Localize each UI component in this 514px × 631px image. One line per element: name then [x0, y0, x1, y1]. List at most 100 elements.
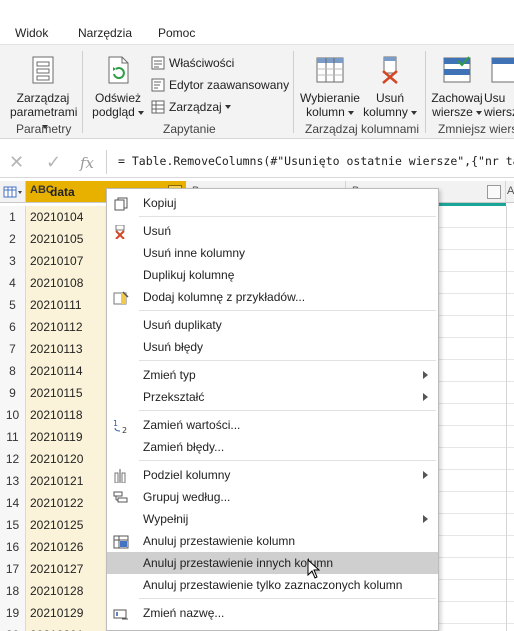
- row-number[interactable]: 14: [0, 492, 26, 514]
- properties-button[interactable]: Właściwości: [151, 53, 234, 73]
- row-number[interactable]: 2: [0, 228, 26, 250]
- data-cell[interactable]: [506, 206, 514, 228]
- row-number[interactable]: 3: [0, 250, 26, 272]
- formula-input[interactable]: = Table.RemoveColumns(#"Usunięto ostatni…: [118, 154, 514, 168]
- data-cell[interactable]: [506, 426, 514, 448]
- data-cell[interactable]: [506, 382, 514, 404]
- group-divider: [82, 51, 83, 133]
- menu-item-dodaj-kolumne-z-przykladow[interactable]: Dodaj kolumnę z przykładów...: [107, 286, 438, 308]
- data-cell[interactable]: [506, 536, 514, 558]
- data-cell[interactable]: [506, 294, 514, 316]
- data-cell[interactable]: [506, 558, 514, 580]
- data-cell[interactable]: [506, 272, 514, 294]
- menu-item-podziel-kolumny[interactable]: Podziel kolumny: [107, 464, 438, 486]
- menu-item-label: Usuń duplikaty: [143, 318, 222, 332]
- manage-query-button[interactable]: Zarządzaj: [151, 97, 231, 117]
- menu-item-label: Duplikuj kolumnę: [143, 268, 235, 282]
- tab-narzedzia[interactable]: Narzędzia: [78, 26, 132, 40]
- menu-item-duplikuj-kolumne[interactable]: Duplikuj kolumnę: [107, 264, 438, 286]
- remove-rows-icon: [490, 55, 514, 85]
- tab-pomoc[interactable]: Pomoc: [158, 26, 195, 40]
- data-cell[interactable]: [506, 250, 514, 272]
- data-cell[interactable]: [506, 360, 514, 382]
- data-cell[interactable]: [506, 470, 514, 492]
- menu-item-anuluj-przestawienie-kolumn[interactable]: Anuluj przestawienie kolumn: [107, 530, 438, 552]
- column-header-4[interactable]: A: [506, 181, 514, 203]
- keep-rows-label-1: Zachowaj: [431, 91, 483, 105]
- group-label-kolumny: Zarządzaj kolumnami: [305, 122, 420, 136]
- remove-rows-label-1: Usu: [484, 91, 506, 105]
- menu-item-label: Anuluj przestawienie innych kolumn: [143, 556, 334, 570]
- remove-columns-button[interactable]: Usuń kolumny: [362, 55, 418, 119]
- data-cell[interactable]: [506, 624, 514, 631]
- column-from-examples-icon: [113, 290, 129, 305]
- row-number[interactable]: 10: [0, 404, 26, 426]
- column-type-icon[interactable]: A: [507, 185, 514, 197]
- menu-item-przenies[interactable]: Przenieś: [107, 624, 438, 630]
- column-filter-dropdown[interactable]: [487, 185, 501, 199]
- row-number[interactable]: 15: [0, 514, 26, 536]
- row-number[interactable]: 17: [0, 558, 26, 580]
- menu-item-zmien-nazwe[interactable]: Zmień nazwę...: [107, 602, 438, 624]
- row-number[interactable]: 6: [0, 316, 26, 338]
- menu-item-kopiuj[interactable]: Kopiuj: [107, 192, 438, 214]
- data-cell[interactable]: [506, 448, 514, 470]
- row-number[interactable]: 12: [0, 448, 26, 470]
- menu-item-label: Kopiuj: [143, 196, 177, 210]
- data-cell[interactable]: [506, 514, 514, 536]
- menu-item-label: Zamień błędy...: [143, 440, 225, 454]
- data-cell[interactable]: [506, 316, 514, 338]
- menu-item-usun-inne-kolumny[interactable]: Usuń inne kolumny: [107, 242, 438, 264]
- menu-item-label: Usuń inne kolumny: [143, 246, 246, 260]
- row-number[interactable]: 9: [0, 382, 26, 404]
- keep-rows-button[interactable]: Zachowaj wiersze: [429, 55, 485, 119]
- cancel-formula-icon[interactable]: ✕: [9, 152, 24, 173]
- menu-item-usun-bledy[interactable]: Usuń błędy: [107, 336, 438, 358]
- row-number[interactable]: 20: [0, 624, 26, 631]
- refresh-preview-button[interactable]: Odśwież podgląd: [88, 55, 148, 119]
- row-number[interactable]: 4: [0, 272, 26, 294]
- remove-rows-button[interactable]: Usu wiersz: [484, 55, 514, 119]
- menu-item-grupuj-wedlug[interactable]: Grupuj według...: [107, 486, 438, 508]
- row-number[interactable]: 11: [0, 426, 26, 448]
- menu-item-usun[interactable]: Usuń: [107, 220, 438, 242]
- row-number[interactable]: 1: [0, 206, 26, 228]
- data-cell[interactable]: [506, 492, 514, 514]
- data-cell[interactable]: [506, 580, 514, 602]
- menu-item-anuluj-przestawienie-innych-kolumn[interactable]: Anuluj przestawienie innych kolumn: [107, 552, 438, 574]
- data-cell[interactable]: [506, 228, 514, 250]
- menu-item-label: Zamień wartości...: [143, 418, 241, 432]
- delete-x-icon: [113, 224, 129, 240]
- menu-separator: [139, 410, 436, 411]
- menu-item-zamien-wartosci[interactable]: 1 2 Zamień wartości...: [107, 414, 438, 436]
- group-divider: [293, 51, 294, 133]
- menu-item-label: Zmień nazwę...: [143, 606, 225, 620]
- tab-widok[interactable]: Widok: [15, 26, 48, 40]
- data-cell[interactable]: [506, 404, 514, 426]
- group-label-wiersze: Zmniejsz wiers: [438, 122, 514, 136]
- table-menu-corner[interactable]: [0, 181, 26, 203]
- menu-item-zmien-typ[interactable]: Zmień typ: [107, 364, 438, 386]
- row-number[interactable]: 13: [0, 470, 26, 492]
- data-cell[interactable]: [506, 602, 514, 624]
- menu-item-wypelnij[interactable]: Wypełnij: [107, 508, 438, 530]
- row-number[interactable]: 18: [0, 580, 26, 602]
- data-cell[interactable]: [506, 338, 514, 360]
- menu-item-usun-duplikaty[interactable]: Usuń duplikaty: [107, 314, 438, 336]
- table-grid-icon: [3, 186, 22, 198]
- commit-formula-icon[interactable]: ✓: [46, 152, 61, 173]
- menu-separator: [139, 310, 436, 311]
- advanced-editor-button[interactable]: Edytor zaawansowany: [151, 75, 289, 95]
- submenu-arrow-icon: [423, 471, 428, 479]
- menu-item-zamien-bledy[interactable]: Zamień błędy...: [107, 436, 438, 458]
- row-number[interactable]: 7: [0, 338, 26, 360]
- menu-item-przeksztalc[interactable]: Przekształć: [107, 386, 438, 408]
- row-number[interactable]: 8: [0, 360, 26, 382]
- fx-icon[interactable]: fx: [80, 154, 94, 172]
- menu-item-label: Anuluj przestawienie tylko zaznaczonych …: [143, 578, 403, 592]
- menu-item-anuluj-przestawienie-tylko-zaznaczonych-kolumn[interactable]: Anuluj przestawienie tylko zaznaczonych …: [107, 574, 438, 596]
- row-number[interactable]: 5: [0, 294, 26, 316]
- row-number[interactable]: 16: [0, 536, 26, 558]
- choose-columns-button[interactable]: Wybieranie kolumn: [298, 55, 362, 119]
- row-number[interactable]: 19: [0, 602, 26, 624]
